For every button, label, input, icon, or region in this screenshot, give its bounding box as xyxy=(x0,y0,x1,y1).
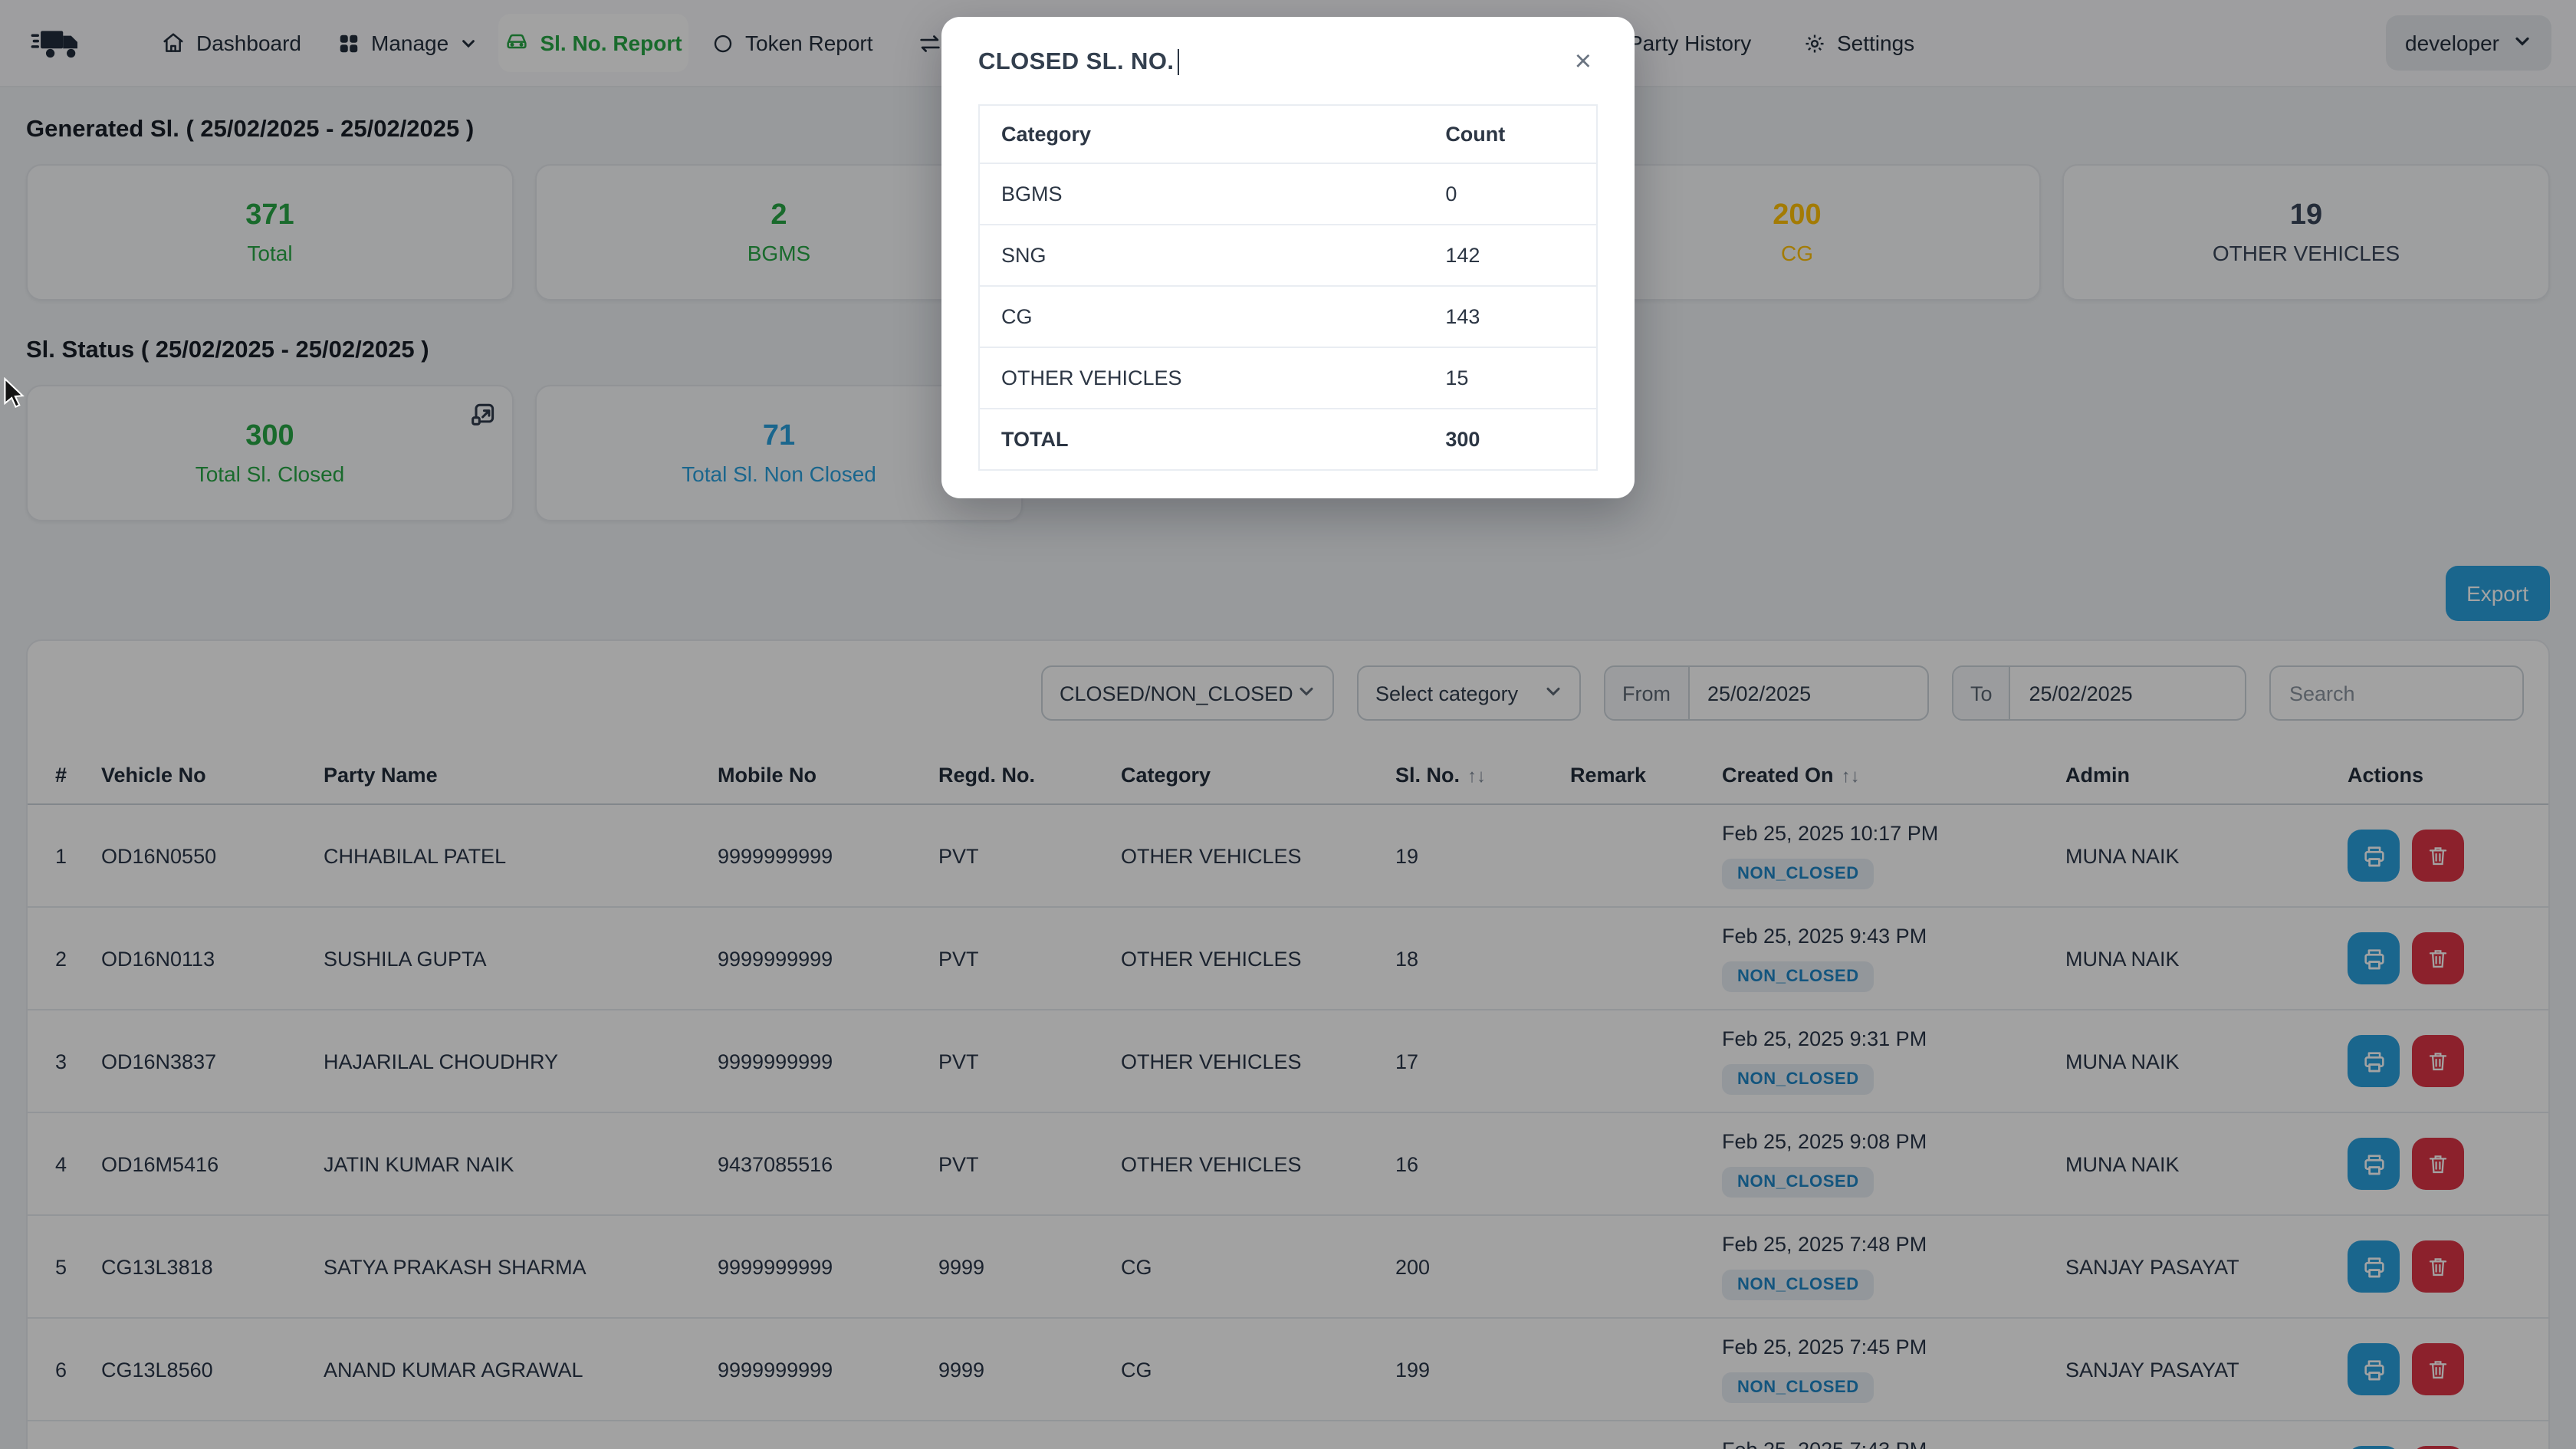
modal-col-count: Count xyxy=(1424,105,1597,163)
modal-col-category: Category xyxy=(979,105,1424,163)
modal-table-row: OTHER VEHICLES 15 xyxy=(979,347,1597,409)
modal-table-row: BGMS 0 xyxy=(979,163,1597,225)
app-window: Dashboard Manage Sl. No. Report Token Re… xyxy=(0,0,2576,1449)
modal-table-row: CG 143 xyxy=(979,286,1597,347)
text-caret xyxy=(1177,49,1179,75)
modal-table-row: SNG 142 xyxy=(979,225,1597,286)
modal-title: CLOSED SL. NO. xyxy=(978,48,1179,76)
modal-table-header: Category Count xyxy=(979,105,1597,163)
modal-header: CLOSED SL. NO. × xyxy=(978,44,1598,80)
close-icon[interactable]: × xyxy=(1569,44,1598,80)
modal-table: Category Count BGMS 0 SNG 142 CG 143 xyxy=(978,104,1598,471)
modal-table-total-row: TOTAL 300 xyxy=(979,409,1597,470)
closed-sl-no-modal: CLOSED SL. NO. × Category Count BGMS 0 S… xyxy=(941,17,1635,498)
